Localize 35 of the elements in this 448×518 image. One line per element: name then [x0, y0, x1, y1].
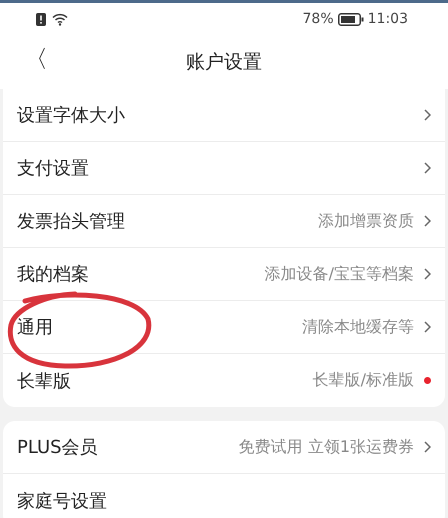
row-label: 长辈版: [17, 370, 71, 392]
sim-alert-icon: [36, 12, 46, 26]
row-value: 添加增票资质: [318, 210, 414, 232]
chevron-icon: [424, 109, 431, 121]
chevron-icon: [424, 441, 431, 453]
settings-row[interactable]: PLUS会员 免费试用 立领1张运费券: [3, 421, 445, 474]
settings-row[interactable]: 家庭号设置: [3, 474, 445, 518]
status-time: 11:03: [368, 11, 408, 27]
battery-percent: 78%: [302, 11, 334, 27]
chevron-icon: [424, 215, 431, 227]
settings-row[interactable]: 发票抬头管理 添加增票资质: [3, 195, 445, 248]
row-label: 我的档案: [17, 263, 89, 286]
row-label: 支付设置: [17, 157, 89, 180]
settings-row[interactable]: 设置字体大小: [3, 89, 445, 142]
row-label: 设置字体大小: [17, 104, 125, 127]
wifi-icon: [52, 12, 68, 26]
row-value: 长辈版/标准版: [312, 370, 414, 391]
settings-row[interactable]: 通用 清除本地缓存等: [3, 301, 445, 354]
page-title: 账户设置: [186, 50, 262, 75]
battery-icon: [338, 12, 364, 26]
chevron-icon: [424, 268, 431, 280]
row-label: 通用: [17, 316, 53, 339]
back-button[interactable]: 〈: [20, 43, 52, 75]
chevron-icon: [424, 162, 431, 174]
row-value: 清除本地缓存等: [302, 316, 414, 338]
chevron-icon: [424, 321, 431, 333]
row-value: 添加设备/宝宝等档案: [264, 264, 414, 284]
settings-row[interactable]: 长辈版 长辈版/标准版: [3, 354, 445, 407]
row-label: PLUS会员: [17, 436, 98, 459]
notification-dot: [424, 377, 431, 384]
row-label: 家庭号设置: [17, 490, 107, 512]
row-value: 免费试用 立领1张运费券: [238, 436, 414, 458]
settings-row[interactable]: 我的档案 添加设备/宝宝等档案: [3, 248, 445, 301]
row-label: 发票抬头管理: [17, 210, 125, 233]
settings-row[interactable]: 支付设置: [3, 142, 445, 195]
